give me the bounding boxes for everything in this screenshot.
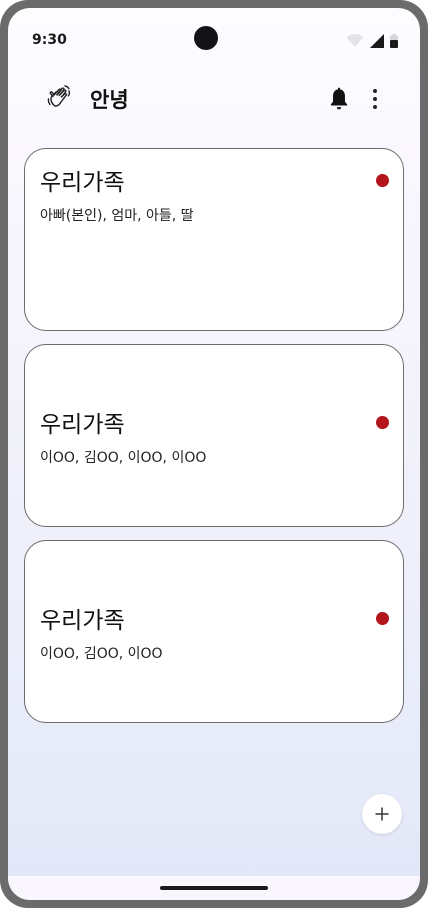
group-card-members: 이OO, 김OO, 이OO, 이OO bbox=[40, 450, 207, 466]
status-dot bbox=[376, 416, 389, 429]
status-time: 9:30 bbox=[32, 32, 67, 48]
more-vert-icon[interactable] bbox=[364, 86, 386, 112]
status-bar: 9:30 bbox=[8, 8, 420, 60]
home-indicator[interactable] bbox=[160, 886, 268, 890]
group-card-members: 아빠(본인), 엄마, 아들, 딸 bbox=[40, 208, 194, 224]
bell-icon[interactable] bbox=[326, 86, 352, 112]
more-dot-3 bbox=[373, 105, 377, 109]
waving-hand-icon bbox=[47, 85, 71, 107]
status-dot bbox=[376, 612, 389, 625]
more-dot-1 bbox=[373, 89, 377, 93]
group-card-title: 우리가족 bbox=[40, 608, 125, 634]
more-dot-2 bbox=[373, 97, 377, 101]
group-card[interactable]: 우리가족 이OO, 김OO, 이OO bbox=[24, 540, 404, 723]
battery-icon bbox=[390, 34, 398, 48]
group-card[interactable]: 우리가족 아빠(본인), 엄마, 아들, 딸 bbox=[24, 148, 404, 331]
status-dot bbox=[376, 174, 389, 187]
navigation-bar bbox=[8, 876, 420, 900]
add-group-button[interactable] bbox=[362, 794, 402, 834]
app-screen: 9:30 안녕 우리가족 아빠(본인), 엄마, 아들, 딸 우리가족 이OO,… bbox=[8, 8, 420, 900]
signal-icon bbox=[370, 34, 384, 48]
app-bar: 안녕 bbox=[8, 70, 420, 126]
plus-icon bbox=[375, 807, 389, 821]
group-card-title: 우리가족 bbox=[40, 170, 125, 196]
app-title: 안녕 bbox=[90, 88, 129, 112]
camera-cutout bbox=[194, 26, 218, 50]
status-icons bbox=[346, 34, 398, 48]
group-card[interactable]: 우리가족 이OO, 김OO, 이OO, 이OO bbox=[24, 344, 404, 527]
group-card-title: 우리가족 bbox=[40, 412, 125, 438]
group-card-members: 이OO, 김OO, 이OO bbox=[40, 646, 163, 662]
wifi-icon bbox=[346, 34, 364, 47]
device-frame: 9:30 안녕 우리가족 아빠(본인), 엄마, 아들, 딸 우리가족 이OO,… bbox=[0, 0, 428, 908]
